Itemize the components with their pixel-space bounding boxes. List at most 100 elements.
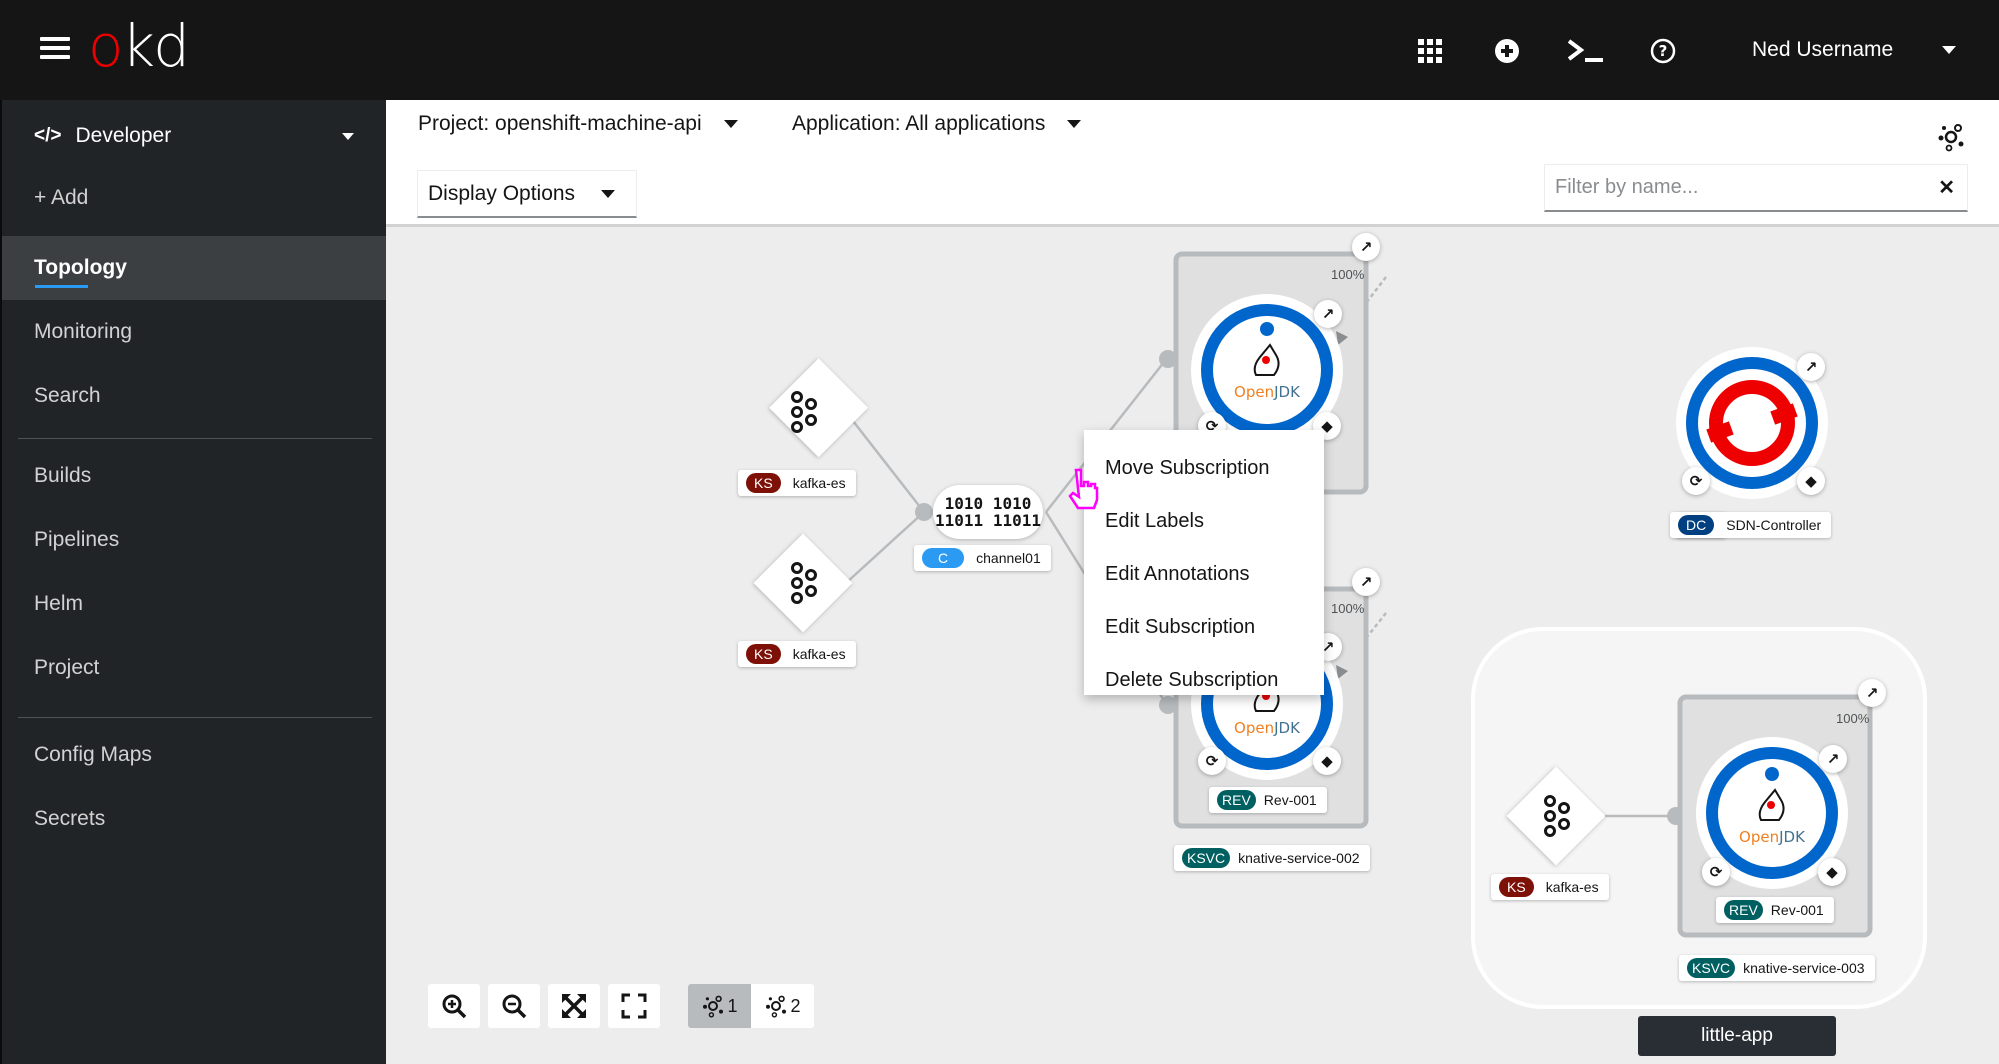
ks-badge: KS	[746, 644, 781, 664]
display-options-dropdown[interactable]: Display Options	[417, 170, 637, 218]
ksvc-label[interactable]: KSVC knative-service-003	[1679, 955, 1875, 981]
project-dropdown-label: Project: openshift-machine-api	[418, 112, 702, 135]
zoom-out-icon	[502, 994, 527, 1019]
node-name: knative-service-002	[1238, 850, 1360, 866]
menu-item-move-subscription[interactable]: Move Subscription	[1084, 442, 1324, 495]
perspective-switcher[interactable]: </> Developer	[34, 116, 354, 156]
sidebar-item-search[interactable]: Search	[2, 364, 386, 428]
user-menu[interactable]: Ned Username	[1752, 38, 1893, 62]
sidebar-item-label: + Add	[34, 186, 89, 209]
dc-label[interactable]: DC SDN-Controller	[1670, 512, 1832, 538]
application-group-label[interactable]: little-app	[1638, 1016, 1836, 1056]
svg-text:OpenJDK: OpenJDK	[1234, 719, 1301, 737]
sidebar-item-builds[interactable]: Builds	[2, 444, 386, 508]
revision-label[interactable]: REV Rev-001	[1716, 897, 1834, 923]
ksvc-badge: KSVC	[1687, 958, 1736, 978]
application-dropdown[interactable]: Application: All applications	[792, 112, 1082, 136]
menu-item-edit-annotations[interactable]: Edit Annotations	[1084, 548, 1324, 601]
caret-down-icon	[1067, 120, 1082, 128]
nav-divider	[18, 717, 372, 718]
node-name: knative-service-003	[1743, 960, 1865, 976]
ksvc-badge: KSVC	[1182, 848, 1231, 868]
application-dropdown-label: Application: All applications	[792, 112, 1046, 135]
sidebar-item-monitoring[interactable]: Monitoring	[2, 300, 386, 364]
traffic-percent: 100%	[1331, 267, 1365, 282]
zoom-out-button[interactable]	[488, 984, 540, 1028]
add-icon[interactable]	[1492, 36, 1522, 66]
sidebar-item-label: Builds	[34, 464, 92, 487]
svg-text:↗: ↗	[1360, 238, 1373, 256]
node-name: kafka-es	[792, 475, 846, 491]
menu-item-edit-labels[interactable]: Edit Labels	[1084, 495, 1324, 548]
c-badge: C	[922, 548, 965, 568]
clear-filter-icon[interactable]: ✕	[1938, 175, 1955, 200]
kafka-node[interactable]	[769, 358, 869, 458]
ks-badge: KS	[1499, 877, 1534, 897]
terminal-icon[interactable]	[1566, 36, 1606, 66]
channel-label[interactable]: Cchannel01	[914, 545, 1051, 571]
project-dropdown[interactable]: Project: openshift-machine-api	[418, 112, 738, 136]
edge-kafka2-channel[interactable]	[845, 511, 925, 584]
layout-1-button[interactable]: 1	[688, 984, 751, 1028]
menu-item-edit-subscription[interactable]: Edit Subscription	[1084, 601, 1324, 654]
channel-node[interactable]: 1010 1010 11011 11011	[933, 485, 1043, 539]
svg-text:◆: ◆	[1321, 752, 1333, 770]
logo-o: o	[88, 12, 123, 80]
svg-text:◆: ◆	[1826, 863, 1838, 881]
ksvc-label[interactable]: KSVC knative-service-002	[1174, 845, 1370, 871]
sidebar-item-pipelines[interactable]: Pipelines	[2, 508, 386, 572]
user-caret-icon[interactable]	[1942, 46, 1956, 54]
svg-text:↗: ↗	[1827, 750, 1840, 768]
sidebar-item-label: Pipelines	[34, 528, 120, 551]
topology-view-icon[interactable]	[1936, 122, 1966, 157]
svg-text:OpenJDK: OpenJDK	[1234, 383, 1301, 401]
topology-toolbar: Project: openshift-machine-api Applicati…	[386, 100, 1999, 227]
sidebar-item-label: Helm	[34, 592, 84, 615]
sidebar-item-config-maps[interactable]: Config Maps	[2, 723, 386, 787]
edge-dot	[915, 503, 933, 521]
traffic-percent: 100%	[1836, 711, 1870, 726]
revision-label[interactable]: REV Rev-001	[1209, 787, 1327, 813]
sidebar-item-secrets[interactable]: Secrets	[2, 787, 386, 851]
fullscreen-icon	[621, 993, 647, 1019]
filter-input[interactable]	[1545, 176, 1915, 199]
nav-divider	[18, 438, 372, 439]
kafka-label[interactable]: KS kafka-es	[738, 470, 856, 496]
app-launcher-icon[interactable]	[1415, 36, 1445, 66]
sidebar-item-add[interactable]: + Add	[2, 166, 386, 230]
kafka-node[interactable]	[753, 533, 853, 633]
logo-kd: kd	[121, 12, 190, 80]
svg-text:OpenJDK: OpenJDK	[1739, 828, 1806, 846]
kafka-label[interactable]: KS kafka-es	[1491, 874, 1609, 900]
sidebar-item-helm[interactable]: Helm	[2, 572, 386, 636]
svg-text:◆: ◆	[1805, 472, 1817, 490]
layout-toggle-group: 1 2	[688, 984, 814, 1028]
sidebar-item-label: Topology	[34, 256, 127, 279]
menu-item-delete-subscription[interactable]: Delete Subscription	[1084, 654, 1324, 707]
hamburger-menu-icon[interactable]	[40, 37, 70, 63]
okd-logo[interactable]: okd	[88, 12, 190, 80]
svg-text:↗: ↗	[1322, 305, 1335, 323]
caret-down-icon	[723, 120, 738, 128]
layout-2-button[interactable]: 2	[751, 984, 814, 1028]
sidebar-item-project[interactable]: Project	[2, 636, 386, 700]
layout-number: 2	[790, 995, 801, 1016]
node-name: SDN-Controller	[1726, 517, 1822, 533]
sidebar-item-label: Monitoring	[34, 320, 133, 343]
zoom-in-button[interactable]	[428, 984, 480, 1028]
reset-view-button[interactable]	[608, 984, 660, 1028]
caret-down-icon	[342, 133, 354, 140]
svg-text:↗: ↗	[1360, 573, 1373, 591]
sidebar-item-topology[interactable]: Topology	[2, 236, 386, 300]
binary-icon: 11011 11011	[935, 511, 1041, 530]
help-icon[interactable]: ?	[1648, 36, 1678, 66]
svg-text:⟳: ⟳	[1710, 863, 1723, 881]
kafka-label[interactable]: KS kafka-es	[738, 641, 856, 667]
fit-to-screen-button[interactable]	[548, 984, 600, 1028]
context-menu: Move Subscription Edit Labels Edit Annot…	[1084, 430, 1324, 695]
sidebar-item-label: Project	[34, 656, 100, 679]
dc-badge: DC	[1678, 515, 1715, 535]
hand-cursor-icon	[1066, 468, 1100, 515]
zoom-in-icon	[442, 994, 467, 1019]
edge-kafka1-channel[interactable]	[845, 411, 925, 513]
